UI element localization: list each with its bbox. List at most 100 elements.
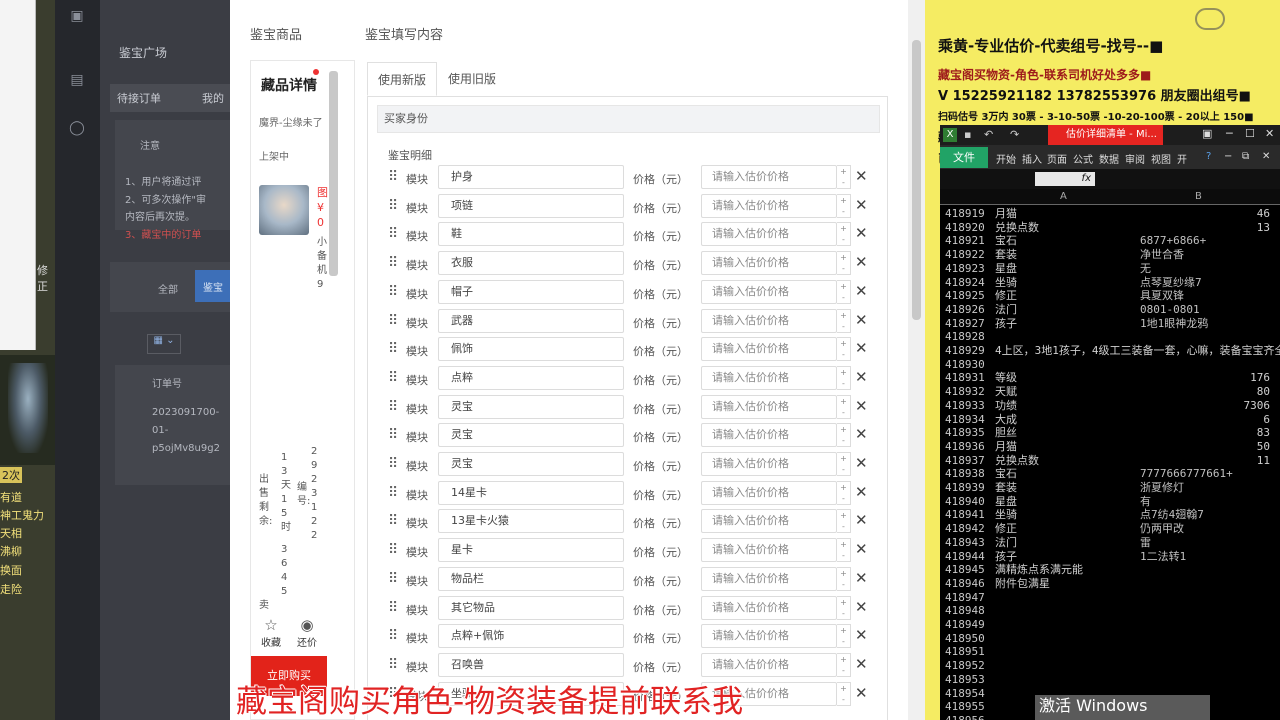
module-name-field[interactable]: 物品栏 — [438, 566, 624, 591]
price-input[interactable]: 请输入估价价格 — [701, 566, 837, 591]
drag-handle-icon[interactable]: ⠿ — [388, 456, 398, 472]
price-input[interactable]: 请输入估价价格 — [701, 222, 837, 247]
cell-b[interactable]: 点7纺4翅翰7 — [1140, 508, 1204, 522]
delete-row-icon[interactable]: ✕ — [855, 655, 868, 673]
price-stepper[interactable]: + - — [837, 193, 851, 218]
drag-handle-icon[interactable]: ⠿ — [388, 284, 398, 300]
dialog-scrollbar[interactable] — [908, 0, 925, 720]
price-input[interactable]: 请输入估价价格 — [701, 165, 837, 189]
cell-a[interactable]: 兑换点数 — [995, 454, 1039, 468]
drag-handle-icon[interactable]: ⠿ — [388, 571, 398, 587]
price-input[interactable]: 请输入估价价格 — [701, 308, 837, 333]
cell-a[interactable]: 套装 — [995, 248, 1017, 262]
fx-icon[interactable]: fx — [1035, 172, 1095, 186]
cell-a[interactable]: 兑换点数 — [995, 221, 1039, 235]
drag-handle-icon[interactable]: ⠿ — [388, 399, 398, 415]
column-header-b[interactable]: B — [1195, 191, 1202, 202]
column-header-a[interactable]: A — [1060, 191, 1067, 202]
cell-b[interactable]: 具夏双锋 — [1140, 289, 1184, 303]
delete-row-icon[interactable]: ✕ — [855, 397, 868, 415]
module-name-field[interactable]: 星卡 — [438, 538, 624, 563]
sheet-row[interactable]: 418943 法门 雷 — [940, 536, 1280, 550]
price-stepper[interactable]: + - — [837, 308, 851, 333]
delete-row-icon[interactable]: ✕ — [855, 224, 868, 242]
drag-handle-icon[interactable]: ⠿ — [388, 513, 398, 529]
delete-row-icon[interactable]: ✕ — [855, 598, 868, 616]
file-menu[interactable]: 文件 — [940, 147, 988, 168]
delete-row-icon[interactable]: ✕ — [855, 511, 868, 529]
module-name-field[interactable]: 佩饰 — [438, 337, 624, 362]
price-input[interactable]: 请输入估价价格 — [701, 365, 837, 390]
cell-a[interactable]: 4上区，3地1孩子，4级工三装备一套，心嘛，装备宝宝齐全 — [995, 344, 1280, 358]
bargain-button[interactable]: ◉ 还价 — [287, 616, 327, 649]
module-name-field[interactable]: 灵宝 — [438, 394, 624, 419]
card-scrollbar[interactable] — [329, 71, 338, 276]
tab-appraisal-item[interactable]: 鉴宝商品 — [250, 24, 302, 43]
cell-a[interactable]: 宝石 — [995, 467, 1017, 481]
module-name-field[interactable]: 护身 — [438, 165, 624, 189]
module-name-field[interactable]: 13星卡火猿 — [438, 509, 624, 534]
sheet-row[interactable]: 418944 孩子 1二法转1 — [940, 550, 1280, 564]
delete-row-icon[interactable]: ✕ — [855, 626, 868, 644]
price-stepper[interactable]: + - — [837, 452, 851, 476]
price-stepper[interactable]: + - — [837, 251, 851, 276]
cell-a[interactable]: 修正 — [995, 289, 1017, 303]
sheet-row[interactable]: 418930 — [940, 358, 1280, 372]
drag-handle-icon[interactable]: ⠿ — [388, 370, 398, 386]
sheet-row[interactable]: 418920 兑换点数 13 — [940, 221, 1280, 235]
drag-handle-icon[interactable]: ⠿ — [388, 628, 398, 644]
cell-a[interactable]: 法门 — [995, 536, 1017, 550]
price-input[interactable]: 请输入估价价格 — [701, 624, 837, 649]
price-input[interactable]: 请输入估价价格 — [701, 337, 837, 362]
price-input[interactable]: 请输入估价价格 — [701, 251, 837, 276]
cell-a[interactable]: 月猫 — [995, 440, 1017, 454]
sheet-row[interactable]: 418925 修正 具夏双锋 — [940, 289, 1280, 303]
minimize-icon[interactable]: ─ — [1226, 127, 1233, 140]
close-icon[interactable]: × — [427, 0, 447, 20]
module-name-field[interactable]: 14星卡 — [438, 480, 624, 505]
cell-b[interactable]: 净世合香 — [1140, 248, 1184, 262]
sheet-row[interactable]: 418933 功绩 7306 — [940, 399, 1280, 413]
filter-appraisal-button[interactable]: 鉴宝 — [195, 270, 230, 302]
sheet-row[interactable]: 418940 星盘 有 — [940, 495, 1280, 509]
delete-row-icon[interactable]: ✕ — [855, 569, 868, 587]
price-stepper[interactable]: + - — [837, 365, 851, 390]
sheet-row[interactable]: 418924 坐骑 点琴夏纱缘7 — [940, 276, 1280, 290]
tab-pending-orders[interactable]: 待接订单 — [117, 90, 161, 106]
drag-handle-icon[interactable]: ⠿ — [388, 542, 398, 558]
cell-a[interactable]: 满精炼点系满元能 — [995, 563, 1083, 577]
price-input[interactable]: 请输入估价价格 — [701, 652, 837, 677]
maximize-icon[interactable]: ☐ — [1245, 127, 1255, 140]
price-stepper[interactable]: + - — [837, 624, 851, 649]
module-name-field[interactable]: 灵宝 — [438, 452, 624, 476]
price-input[interactable]: 请输入估价价格 — [701, 423, 837, 448]
menu-page[interactable]: 页面 — [1047, 151, 1067, 166]
cell-a[interactable]: 等级 — [995, 371, 1017, 385]
view-toggle[interactable]: ▦ ⌄ — [147, 334, 181, 354]
cell-b-number[interactable]: 176 — [1250, 371, 1270, 385]
price-input[interactable]: 请输入估价价格 — [701, 595, 837, 620]
cell-a[interactable]: 宝石 — [995, 234, 1017, 248]
cell-a[interactable]: 孩子 — [995, 550, 1017, 564]
ribbon-minimize-icon[interactable]: − — [1224, 151, 1232, 162]
sheet-row[interactable]: 418929 4上区，3地1孩子，4级工三装备一套，心嘛，装备宝宝齐全 — [940, 344, 1280, 358]
sheet-row[interactable]: 418936 月猫 50 — [940, 440, 1280, 454]
module-name-field[interactable]: 项链 — [438, 193, 624, 218]
ribbon-display-icon[interactable]: ▣ — [1202, 127, 1212, 140]
sheet-row[interactable]: 418938 宝石 7777666777661+ — [940, 467, 1280, 481]
menu-more[interactable]: 开 — [1177, 151, 1187, 166]
menu-data[interactable]: 数据 — [1099, 151, 1119, 166]
module-name-field[interactable]: 召唤兽 — [438, 652, 624, 677]
delete-row-icon[interactable]: ✕ — [855, 483, 868, 501]
character-avatar[interactable] — [259, 185, 309, 235]
delete-row-icon[interactable]: ✕ — [855, 167, 868, 185]
module-name-field[interactable]: 衣服 — [438, 251, 624, 276]
sheet-row[interactable]: 418950 — [940, 632, 1280, 646]
module-name-field[interactable]: 点粹 — [438, 365, 624, 390]
price-stepper[interactable]: + - — [837, 337, 851, 362]
cell-a[interactable]: 套装 — [995, 481, 1017, 495]
sheet-row[interactable]: 418926 法门 0801-0801 — [940, 303, 1280, 317]
drag-handle-icon[interactable]: ⠿ — [388, 600, 398, 616]
drag-handle-icon[interactable]: ⠿ — [388, 226, 398, 242]
sheet-row[interactable]: 418946 附件包满星 — [940, 577, 1280, 591]
